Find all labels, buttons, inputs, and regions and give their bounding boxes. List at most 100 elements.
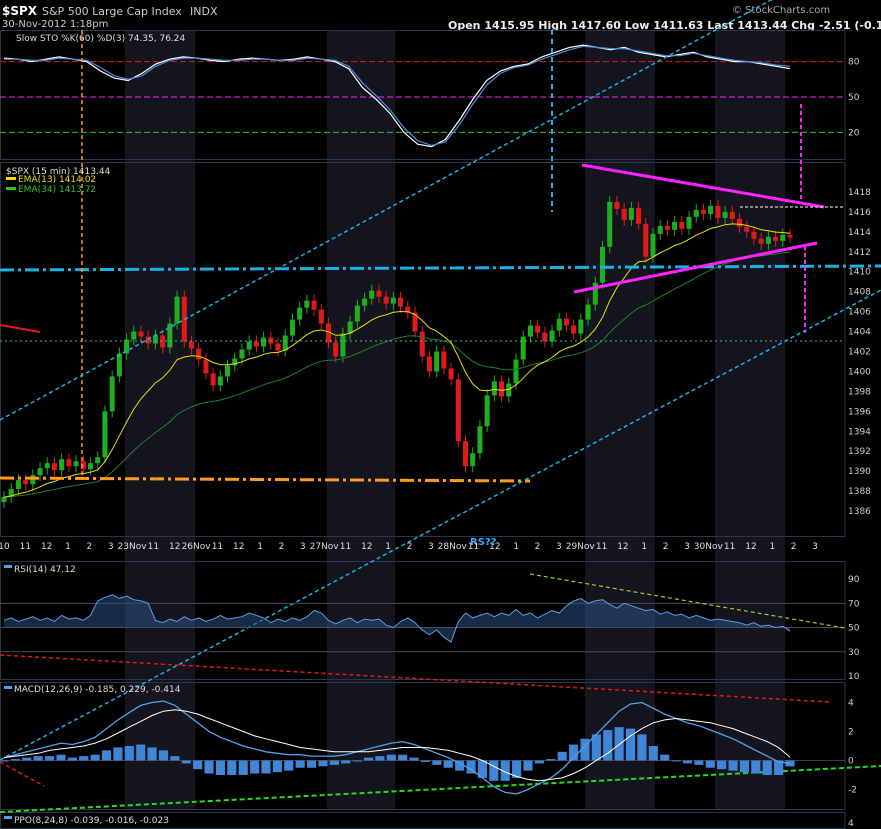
ppo-title: PPO(8,24,8) -0.039, -0.016, -0.023 (14, 816, 169, 826)
macd-histogram-bar-12 (136, 744, 146, 761)
rsi-title: RSI(14) 47.12 (14, 565, 76, 575)
candle-body-67 (484, 395, 490, 427)
macd-histogram-bar-46 (523, 760, 533, 771)
candle-body-97 (700, 209, 706, 214)
candle-body-13 (95, 457, 101, 464)
ema34-swatch (6, 187, 16, 190)
candle-body-76 (549, 330, 555, 342)
x-axis-label-8: 12 (169, 542, 180, 552)
candle-body-74 (535, 325, 541, 333)
price-ytick-5: 1408 (848, 288, 871, 298)
candle-body-106 (765, 236, 771, 244)
price-ytick-8: 1402 (848, 348, 871, 358)
candle-body-3 (23, 480, 29, 485)
macd-histogram-bar-29 (329, 760, 339, 765)
price-ytick-15: 1388 (848, 487, 871, 497)
macd-histogram-bar-16 (181, 760, 191, 764)
macd-histogram-bar-47 (534, 760, 544, 764)
x-axis-label-25: 2 (535, 542, 541, 552)
candle-body-75 (542, 332, 548, 342)
macd-histogram-bar-13 (147, 747, 157, 761)
x-axis-label-34: 11 (724, 542, 735, 552)
macd-histogram-bar-10 (113, 747, 123, 761)
candle-body-5 (37, 468, 43, 476)
candle-body-22 (160, 335, 166, 348)
candle-body-34 (246, 341, 252, 350)
macd-histogram-bar-61 (694, 760, 704, 765)
candle-body-65 (470, 453, 476, 467)
rsi-ytick-1: 70 (848, 599, 860, 609)
support-line (0, 476, 531, 483)
stock-chart: 805020Slow STO %K(60) %D(3) 74.35, 76.24… (0, 0, 881, 829)
macd-histogram-bar-33 (375, 756, 385, 761)
macd-histogram-bar-59 (671, 760, 681, 762)
candle-body-87 (628, 207, 634, 220)
price-ytick-2: 1414 (848, 228, 871, 238)
candle-body-103 (744, 226, 750, 232)
macd-histogram-bar-35 (398, 754, 408, 761)
price-ytick-1: 1416 (848, 208, 871, 218)
macd-swatch (4, 686, 12, 689)
macd-histogram-bar-39 (443, 760, 453, 768)
rsi-ytick-0: 90 (848, 575, 860, 585)
x-axis-label-28: 11 (596, 542, 607, 552)
x-axis-label-11: 12 (233, 542, 244, 552)
candle-body-2 (15, 480, 21, 490)
candle-body-63 (455, 379, 461, 442)
x-axis-label-22: 11 (468, 542, 479, 552)
candle-body-79 (571, 325, 577, 334)
candle-body-72 (520, 336, 526, 360)
x-axis-label-18: 1 (385, 542, 391, 552)
macd-histogram-bar-30 (341, 760, 351, 764)
macd-histogram-bar-2 (22, 757, 32, 761)
candle-body-96 (693, 209, 699, 217)
x-axis-label-31: 2 (663, 542, 669, 552)
candle-body-86 (621, 208, 627, 220)
macd-histogram-bar-20 (227, 760, 237, 775)
price-ytick-9: 1400 (848, 367, 871, 377)
macd-histogram-bar-32 (363, 757, 374, 761)
x-axis-label-17: 12 (361, 542, 372, 552)
macd-ytick-1: 2 (848, 728, 854, 738)
candle-body-93 (672, 221, 678, 230)
macd-histogram-bar-22 (250, 760, 260, 774)
candle-body-28 (203, 359, 209, 374)
macd-histogram-bar-4 (45, 756, 55, 761)
price-ytick-0: 1418 (848, 188, 871, 198)
candle-body-35 (253, 341, 259, 347)
red-small-trend (0, 761, 45, 787)
candle-body-99 (715, 205, 721, 218)
candle-body-94 (679, 221, 685, 229)
candle-body-52 (376, 290, 382, 297)
candle-body-60 (434, 351, 440, 372)
macd-histogram-bar-43 (489, 760, 499, 781)
candle-body-10 (73, 461, 79, 467)
price-ytick-12: 1394 (848, 427, 871, 437)
macd-histogram-bar-36 (409, 757, 419, 761)
x-axis-label-32: 3 (684, 542, 690, 552)
candle-body-90 (650, 233, 656, 257)
macd-histogram-bar-8 (90, 754, 100, 761)
macd-histogram-bar-57 (648, 746, 658, 761)
candle-body-30 (217, 376, 223, 386)
price-ytick-11: 1396 (848, 407, 871, 417)
candle-body-14 (102, 411, 108, 458)
candle-body-73 (527, 325, 533, 337)
macd-histogram-bar-62 (705, 760, 715, 768)
candle-body-16 (116, 353, 122, 377)
candle-body-89 (643, 223, 649, 257)
candle-body-50 (362, 298, 368, 306)
x-axis-label-24: 1 (513, 542, 519, 552)
macd-histogram-bar-6 (67, 757, 77, 761)
candle-body-81 (585, 304, 591, 320)
candle-body-69 (499, 381, 505, 397)
macd-title: MACD(12,26,9) -0.185, 0.229, -0.414 (14, 685, 181, 695)
x-axis-label-36: 1 (769, 542, 775, 552)
x-axis-label-21: 28Nov (438, 542, 468, 552)
macd-histogram-bar-63 (717, 760, 727, 770)
sto-series-0 (3, 44, 791, 148)
session-shade-1 (327, 30, 395, 810)
candle-body-47 (340, 333, 346, 357)
candle-body-29 (210, 373, 216, 386)
macd-histogram-bar-65 (739, 760, 749, 773)
